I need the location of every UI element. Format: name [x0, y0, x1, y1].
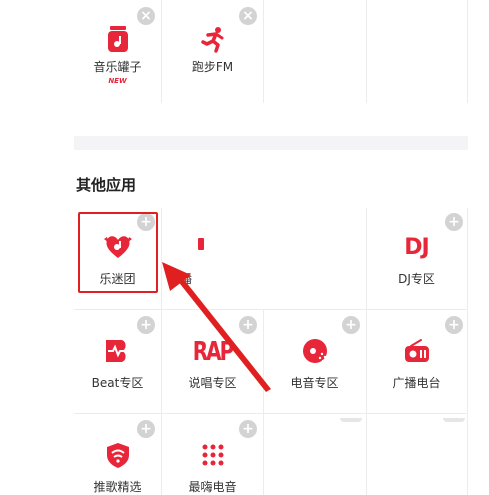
annotation-arrow — [162, 262, 271, 392]
